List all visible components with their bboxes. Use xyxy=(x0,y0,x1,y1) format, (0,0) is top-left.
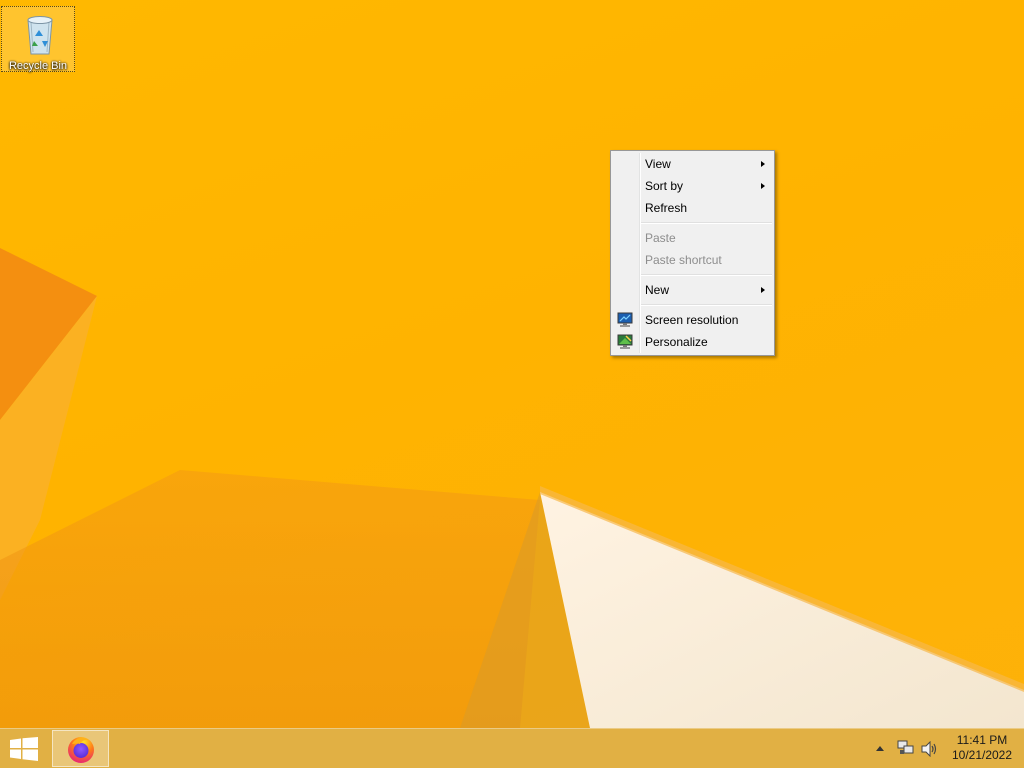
menu-item-paste-shortcut[interactable]: Paste shortcut xyxy=(611,249,774,271)
start-button[interactable] xyxy=(0,729,48,768)
screen-resolution-icon xyxy=(617,312,633,327)
clock-time: 11:41 PM xyxy=(956,733,1008,747)
menu-item-paste[interactable]: Paste xyxy=(611,227,774,249)
menu-item-label: Refresh xyxy=(645,201,688,215)
menu-item-personalize[interactable]: Personalize xyxy=(611,331,774,353)
menu-item-label: Screen resolution xyxy=(645,313,739,327)
menu-item-refresh[interactable]: Refresh xyxy=(611,197,774,219)
menu-item-new[interactable]: New xyxy=(611,279,774,301)
taskbar-firefox-button[interactable] xyxy=(52,730,109,767)
network-icon[interactable] xyxy=(897,740,915,756)
menu-item-label: Paste shortcut xyxy=(645,253,722,267)
submenu-arrow-icon xyxy=(761,287,765,293)
menu-item-label: Personalize xyxy=(645,335,708,349)
windows-logo-icon xyxy=(10,737,38,761)
desktop-icon-label: Recycle Bin xyxy=(8,60,68,72)
clock-date: 10/21/2022 xyxy=(951,748,1013,762)
menu-item-label: Sort by xyxy=(645,179,684,193)
submenu-arrow-icon xyxy=(761,161,765,167)
taskbar: 11:41 PM 10/21/2022 xyxy=(0,728,1024,768)
desktop-icon-recycle-bin[interactable]: Recycle Bin xyxy=(1,6,75,72)
firefox-icon xyxy=(68,737,94,763)
volume-icon[interactable] xyxy=(921,741,939,757)
menu-item-screen-resolution[interactable]: Screen resolution xyxy=(611,309,774,331)
menu-separator xyxy=(641,274,772,276)
show-hidden-icons-arrow[interactable] xyxy=(876,746,884,751)
recycle-bin-icon xyxy=(27,16,53,55)
submenu-arrow-icon xyxy=(761,183,765,189)
menu-item-view[interactable]: View xyxy=(611,153,774,175)
clock[interactable]: 11:41 PM 10/21/2022 xyxy=(944,733,1020,763)
menu-item-label: New xyxy=(645,283,670,297)
menu-separator xyxy=(641,304,772,306)
menu-separator xyxy=(641,222,772,224)
desktop[interactable]: Recycle Bin View Sort by Refresh Paste P… xyxy=(0,0,1024,768)
personalize-icon xyxy=(617,334,633,349)
menu-item-label: Paste xyxy=(645,231,676,245)
menu-item-label: View xyxy=(645,157,671,171)
wallpaper xyxy=(0,248,1024,728)
menu-item-sort-by[interactable]: Sort by xyxy=(611,175,774,197)
desktop-context-menu: View Sort by Refresh Paste Paste shortcu… xyxy=(610,150,775,356)
